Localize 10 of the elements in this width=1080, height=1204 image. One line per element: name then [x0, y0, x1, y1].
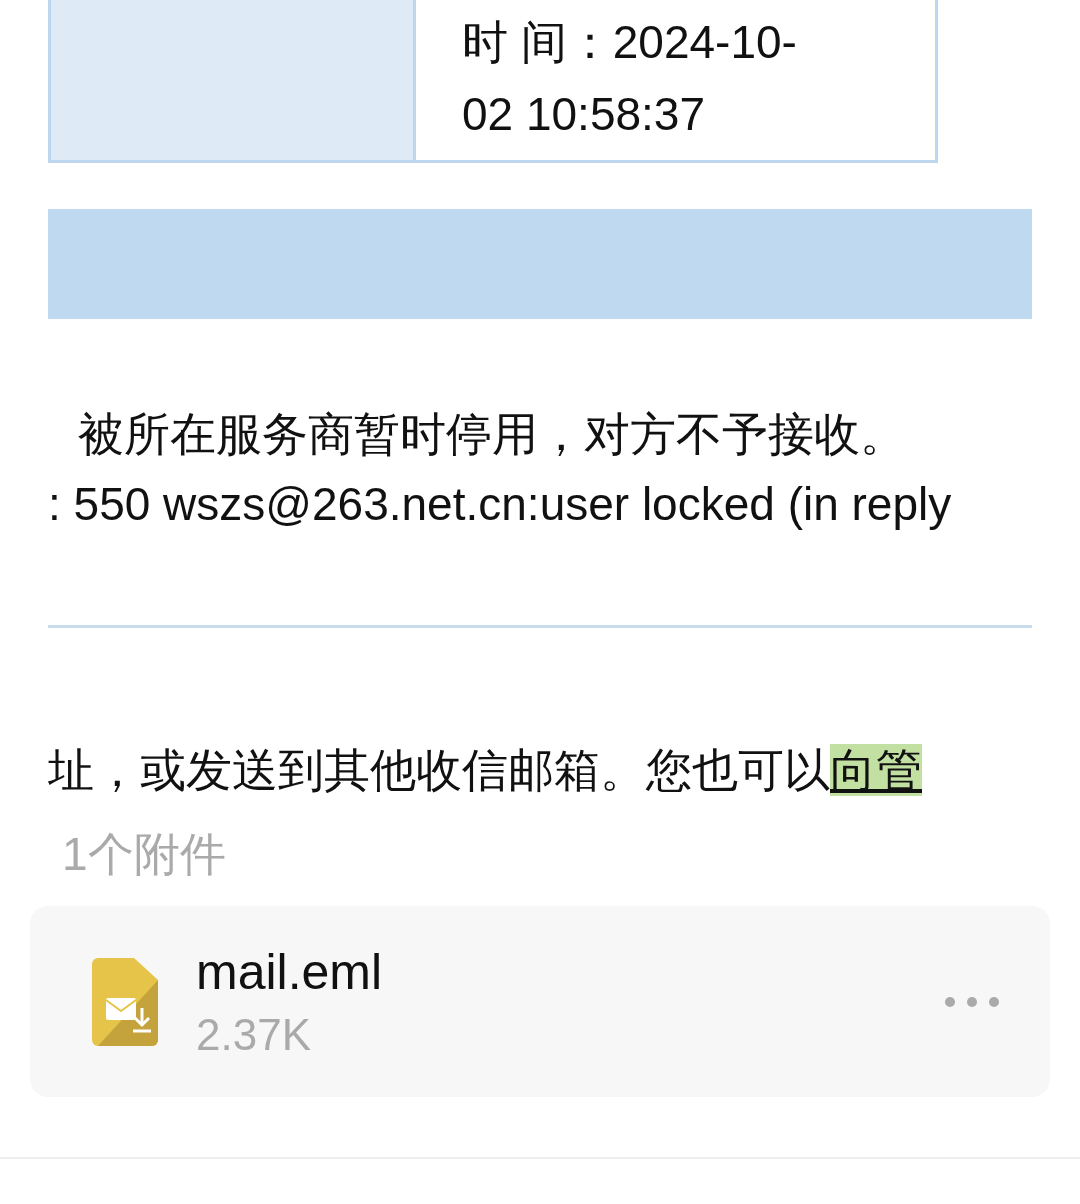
file-name: mail.eml: [196, 942, 384, 1002]
attachment-count: 1个附件: [62, 827, 227, 882]
bounce-message-line: 被所在服务商暂时停用，对方不予接收。: [77, 407, 907, 462]
bounce-message-line: : 550 wszs@263.net.cn:user locked (in reply: [48, 477, 953, 532]
hint-text: 址，或发送到其他收信邮箱。您也可以向管: [48, 743, 923, 798]
attachment-card[interactable]: mail.eml 2.37K: [30, 906, 1050, 1097]
file-size: 2.37K: [196, 1008, 312, 1061]
more-icon[interactable]: [944, 995, 1000, 1008]
admin-link[interactable]: 向管: [830, 744, 922, 796]
email-file-icon: [92, 957, 160, 1046]
